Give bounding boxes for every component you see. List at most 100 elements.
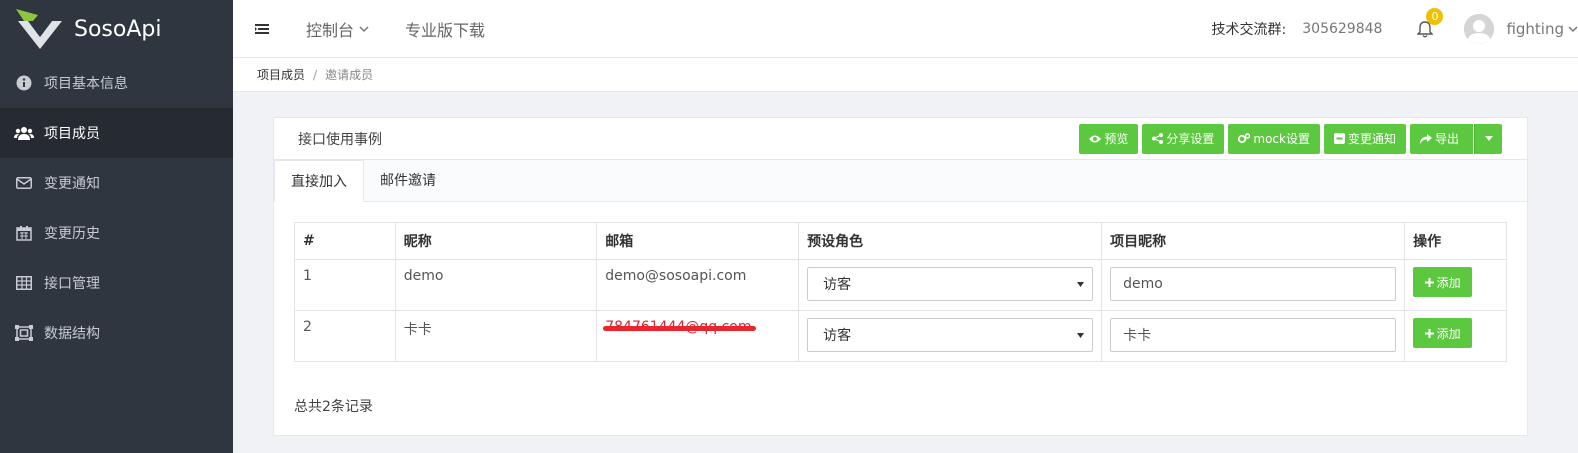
username[interactable]: fighting bbox=[1506, 20, 1564, 38]
users-icon bbox=[14, 123, 34, 143]
tab-label: 直接加入 bbox=[291, 174, 347, 190]
members-table: # 昵称 邮箱 预设角色 项目昵称 操作 1 demo demo@sosoapi… bbox=[294, 222, 1507, 362]
role-select[interactable]: 访客 bbox=[807, 318, 1094, 352]
menu-icon bbox=[255, 23, 269, 34]
main-panel: 接口使用事例 预览 分享设置 mock设置 变更通知 导出 直接加入 邮件邀请 … bbox=[273, 117, 1528, 436]
structure-icon bbox=[14, 323, 34, 343]
table-icon bbox=[14, 273, 34, 293]
table-row: 1 demo demo@sosoapi.com 访客 demo 添加 bbox=[294, 259, 1507, 311]
gears-icon bbox=[1238, 133, 1251, 144]
console-menu[interactable]: 控制台 bbox=[306, 17, 370, 41]
share-settings-label: 分享设置 bbox=[1166, 132, 1215, 146]
column-header: 项目昵称 bbox=[1101, 222, 1406, 260]
add-member-label: 添加 bbox=[1436, 275, 1461, 290]
row-nickname: 卡卡 bbox=[394, 310, 598, 362]
qq-group-label: 技术交流群: bbox=[1211, 22, 1287, 38]
share-arrow-icon bbox=[1419, 133, 1432, 144]
column-header: 昵称 bbox=[394, 222, 598, 260]
share-icon bbox=[1152, 133, 1164, 144]
column-header: # bbox=[294, 222, 396, 260]
role-select[interactable]: 访客 bbox=[807, 267, 1094, 301]
row-index: 1 bbox=[294, 259, 396, 311]
change-notify-button[interactable]: 变更通知 bbox=[1323, 123, 1406, 154]
sidebar-item-label: 变更通知 bbox=[44, 176, 100, 192]
table-header-row: # 昵称 邮箱 预设角色 项目昵称 操作 bbox=[294, 222, 1507, 260]
breadcrumb: 项目成员 / 邀请成员 bbox=[233, 58, 1578, 92]
download-pro-label: 专业版下载 bbox=[405, 20, 486, 40]
notification-badge: 0 bbox=[1426, 8, 1444, 25]
change-notify-label: 变更通知 bbox=[1347, 132, 1396, 146]
plus-icon bbox=[1424, 277, 1434, 287]
qq-group-number: 305629848 bbox=[1302, 21, 1383, 37]
caret-down-icon bbox=[1484, 136, 1493, 141]
sidebar-item-api-manage[interactable]: 接口管理 bbox=[0, 258, 233, 308]
sidebar-item-project-info[interactable]: 项目基本信息 bbox=[0, 58, 233, 108]
logo-icon bbox=[14, 7, 64, 51]
calendar-icon bbox=[14, 223, 34, 243]
breadcrumb-item-members[interactable]: 项目成员 bbox=[257, 66, 305, 83]
download-pro-link[interactable]: 专业版下载 bbox=[405, 17, 485, 41]
panel-header: 接口使用事例 预览 分享设置 mock设置 变更通知 导出 bbox=[274, 118, 1527, 160]
top-header: 控制台 专业版下载 技术交流群: 305629848 0 fighting bbox=[233, 0, 1578, 58]
mock-settings-label: mock设置 bbox=[1253, 132, 1310, 146]
tab-email-invite[interactable]: 邮件邀请 bbox=[364, 159, 452, 201]
sidebar-item-label: 接口管理 bbox=[44, 276, 100, 292]
header-right: 技术交流群: 305629848 0 fighting bbox=[1212, 0, 1578, 58]
console-menu-label: 控制台 bbox=[306, 20, 355, 40]
sidebar-item-change-notify[interactable]: 变更通知 bbox=[0, 158, 233, 208]
minus-square-icon bbox=[1333, 133, 1345, 144]
chevron-down-icon bbox=[1568, 26, 1578, 33]
sidebar-item-label: 数据结构 bbox=[44, 326, 100, 342]
role-cell: 访客 bbox=[798, 310, 1103, 362]
caret-down-icon bbox=[1077, 332, 1085, 338]
row-nickname: demo bbox=[394, 259, 598, 311]
breadcrumb-separator: / bbox=[313, 67, 318, 82]
add-member-button[interactable]: 添加 bbox=[1413, 318, 1473, 348]
logo[interactable]: SosoApi bbox=[0, 0, 233, 58]
project-nickname-cell: demo bbox=[1101, 259, 1406, 311]
project-nickname-input[interactable]: demo bbox=[1110, 267, 1397, 301]
tab-label: 邮件邀请 bbox=[380, 173, 436, 189]
sidebar: SosoApi 项目基本信息 项目成员 变更通知 变更历史 接口管理 数据结构 bbox=[0, 0, 233, 453]
chevron-down-icon bbox=[359, 25, 369, 32]
share-settings-button[interactable]: 分享设置 bbox=[1142, 123, 1225, 154]
role-select-value: 访客 bbox=[823, 277, 852, 293]
row-email-cell: 784761444@qq.com bbox=[596, 310, 800, 362]
add-member-button[interactable]: 添加 bbox=[1413, 267, 1473, 297]
eye-icon bbox=[1089, 135, 1102, 142]
sidebar-item-data-structure[interactable]: 数据结构 bbox=[0, 308, 233, 358]
mock-settings-button[interactable]: mock设置 bbox=[1228, 123, 1320, 154]
preview-button-label: 预览 bbox=[1104, 132, 1129, 146]
sidebar-item-members[interactable]: 项目成员 bbox=[0, 108, 233, 158]
export-dropdown-button[interactable] bbox=[1474, 123, 1502, 154]
plus-icon bbox=[1424, 328, 1434, 338]
export-label: 导出 bbox=[1434, 132, 1459, 146]
role-select-value: 访客 bbox=[823, 328, 852, 344]
row-index: 2 bbox=[294, 310, 396, 362]
sidebar-item-label: 项目成员 bbox=[44, 126, 100, 142]
column-header: 邮箱 bbox=[596, 222, 800, 260]
export-button[interactable]: 导出 bbox=[1409, 123, 1473, 154]
menu-toggle-button[interactable] bbox=[233, 0, 291, 58]
total-records: 总共2条记录 bbox=[294, 399, 373, 415]
column-header: 预设角色 bbox=[798, 222, 1103, 260]
add-member-label: 添加 bbox=[1436, 326, 1461, 341]
role-cell: 访客 bbox=[798, 259, 1103, 311]
notification-button[interactable]: 0 bbox=[1410, 0, 1444, 58]
info-icon bbox=[14, 73, 34, 93]
tab-bar: 直接加入 邮件邀请 bbox=[274, 160, 1527, 202]
envelope-icon bbox=[14, 173, 34, 193]
app-name: SosoApi bbox=[74, 16, 162, 42]
tab-direct-join[interactable]: 直接加入 bbox=[274, 160, 364, 202]
row-email: demo@sosoapi.com bbox=[596, 259, 800, 311]
sidebar-item-change-history[interactable]: 变更历史 bbox=[0, 208, 233, 258]
sidebar-item-label: 项目基本信息 bbox=[44, 76, 128, 92]
sidebar-item-label: 变更历史 bbox=[44, 226, 100, 242]
preview-button[interactable]: 预览 bbox=[1079, 123, 1139, 154]
avatar[interactable] bbox=[1464, 14, 1495, 44]
column-header: 操作 bbox=[1404, 222, 1507, 260]
project-nickname-cell: 卡卡 bbox=[1101, 310, 1406, 362]
project-nickname-input[interactable]: 卡卡 bbox=[1110, 318, 1397, 352]
toolbar: 预览 分享设置 mock设置 变更通知 导出 bbox=[1079, 123, 1502, 154]
action-cell: 添加 bbox=[1404, 310, 1507, 362]
